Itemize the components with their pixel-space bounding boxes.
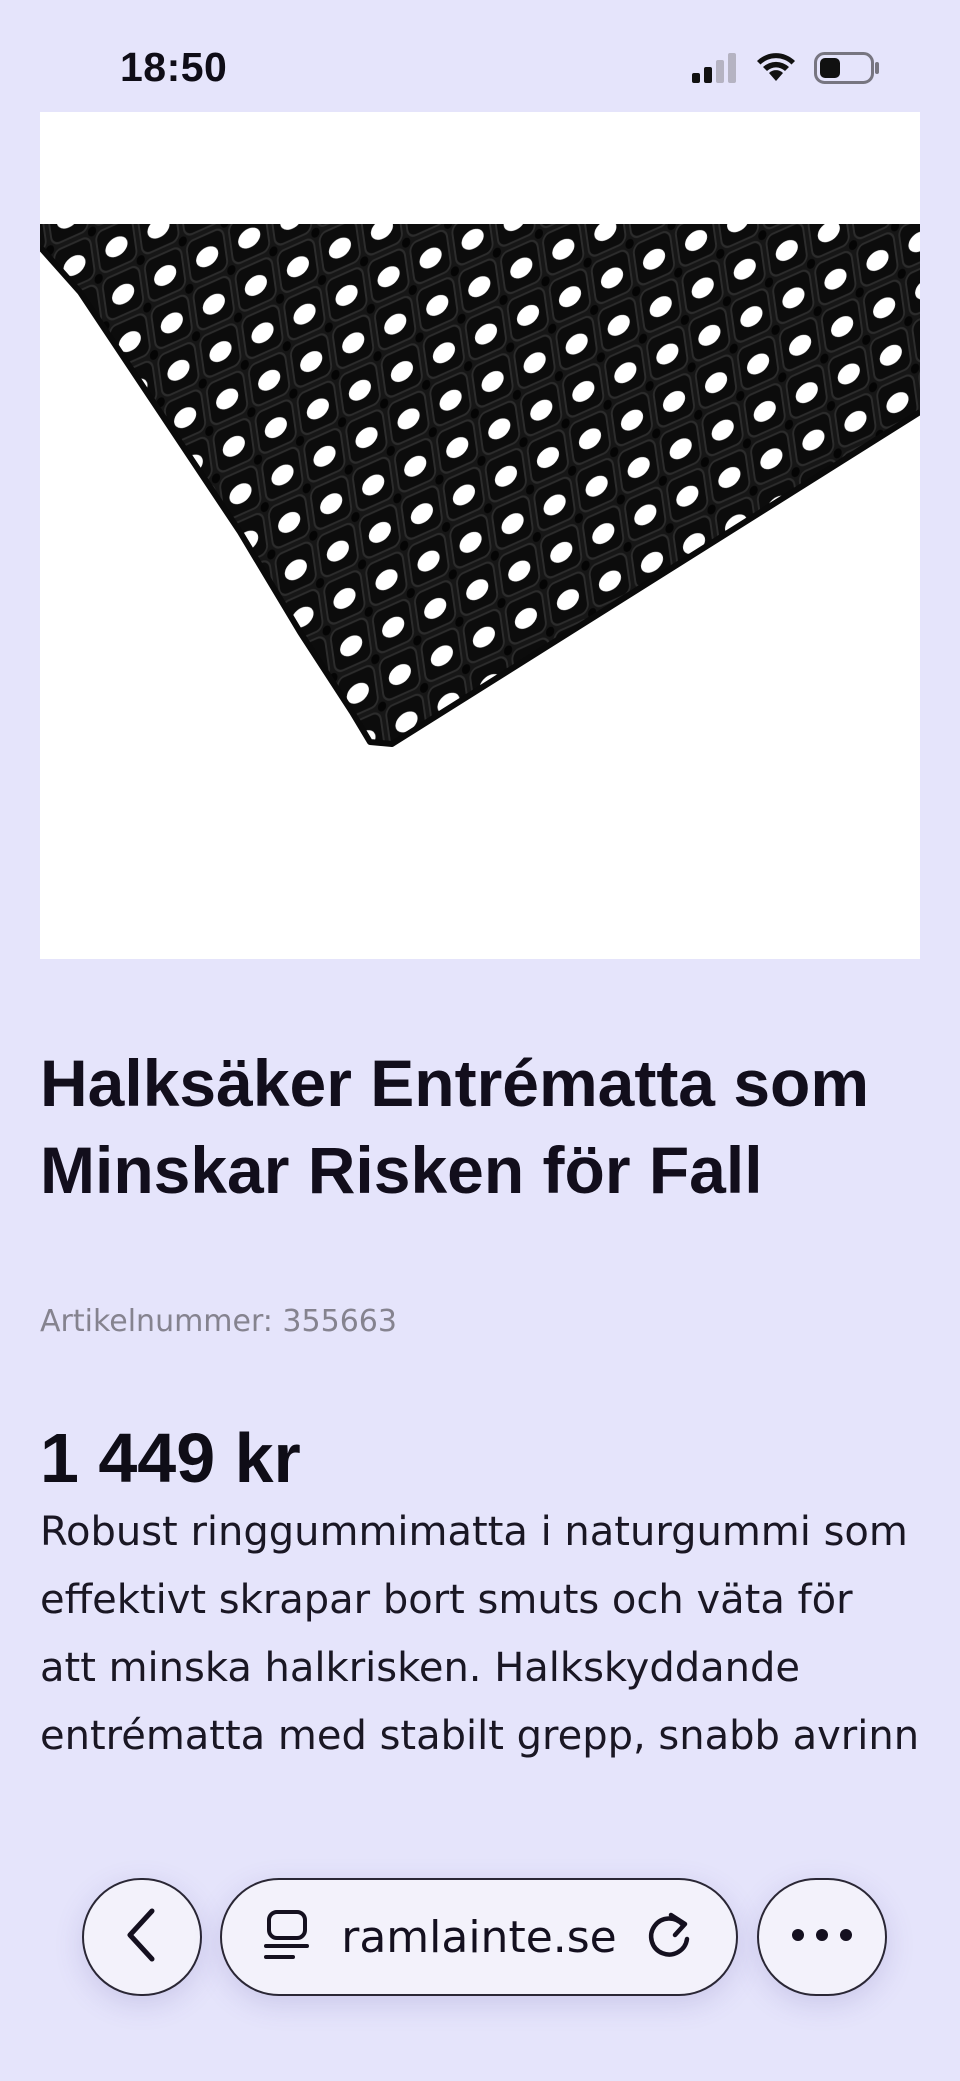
rubber-ring-mat-image	[40, 112, 920, 959]
product-price: 1 449 kr	[40, 1419, 301, 1497]
page-menu-icon[interactable]	[263, 1909, 313, 1966]
status-time: 18:50	[120, 44, 228, 90]
address-bar[interactable]: ramlainte.se	[220, 1878, 738, 1996]
browser-bottom-bar: ramlainte.se	[0, 1860, 960, 2010]
back-button[interactable]	[82, 1878, 202, 1996]
product-title: Halksäker Entrématta som Minskar Risken …	[40, 1046, 870, 1207]
status-bar: 18:50	[0, 0, 960, 110]
reload-icon[interactable]	[645, 1909, 695, 1966]
product-image	[40, 112, 920, 959]
more-button[interactable]	[757, 1878, 887, 1996]
article-number: Artikelnummer: 355663	[40, 1304, 397, 1339]
status-icons	[692, 52, 880, 89]
wifi-icon	[756, 53, 796, 88]
product-description: Robust ringgummimatta i naturgummi som e…	[40, 1509, 920, 1759]
url-text[interactable]: ramlainte.se	[341, 1912, 617, 1963]
cellular-signal-icon	[692, 53, 738, 88]
battery-icon	[814, 52, 880, 89]
chevron-left-icon	[122, 1907, 162, 1968]
more-dots-icon	[790, 1927, 854, 1948]
